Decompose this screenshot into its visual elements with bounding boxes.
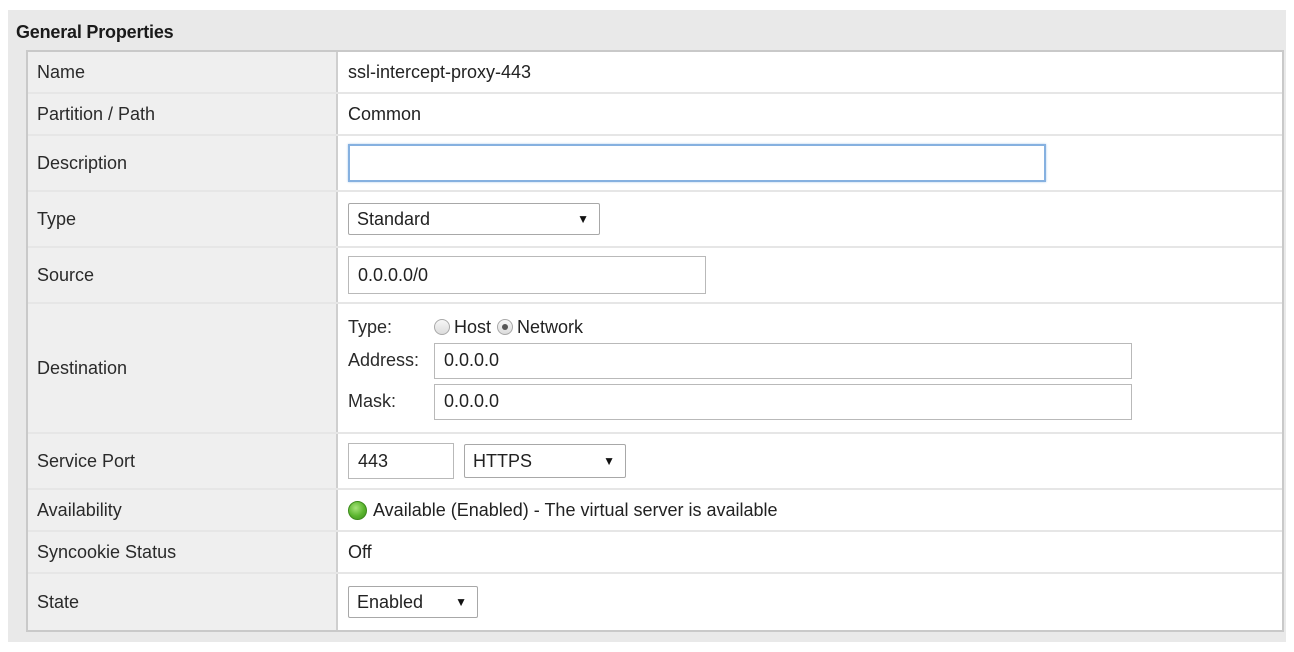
- state-select[interactable]: Enabled ▼: [348, 586, 478, 618]
- row-syncookie: Syncookie Status Off: [28, 532, 1282, 574]
- row-type: Type Standard ▼: [28, 192, 1282, 248]
- service-port-cell: HTTPS ▼: [338, 434, 1282, 488]
- network-radio-label: Network: [517, 316, 584, 337]
- type-label: Type: [28, 192, 338, 246]
- state-selected-value: Enabled: [357, 591, 424, 612]
- destination-cell: Type: Host Network Address: Mask:: [338, 304, 1282, 432]
- source-cell: [338, 248, 1282, 302]
- availability-status: Available (Enabled) - The virtual server…: [373, 499, 778, 520]
- row-service-port: Service Port HTTPS ▼: [28, 434, 1282, 490]
- properties-table: Name ssl-intercept-proxy-443 Partition /…: [26, 50, 1284, 632]
- mask-label: Mask:: [348, 391, 397, 411]
- partition-label: Partition / Path: [28, 94, 338, 134]
- type-select[interactable]: Standard ▼: [348, 203, 600, 235]
- chevron-down-icon: ▼: [577, 212, 589, 226]
- general-properties-panel: General Properties Name ssl-intercept-pr…: [8, 10, 1286, 642]
- row-availability: Availability Available (Enabled) - The v…: [28, 490, 1282, 532]
- service-port-input[interactable]: [348, 443, 454, 479]
- description-cell: [338, 136, 1282, 190]
- source-label: Source: [28, 248, 338, 302]
- chevron-down-icon: ▼: [603, 454, 615, 468]
- availability-cell: Available (Enabled) - The virtual server…: [338, 490, 1282, 530]
- protocol-select[interactable]: HTTPS ▼: [464, 444, 626, 478]
- availability-label: Availability: [28, 490, 338, 530]
- row-name: Name ssl-intercept-proxy-443: [28, 52, 1282, 94]
- type-cell: Standard ▼: [338, 192, 1282, 246]
- destination-mask-line: Mask:: [348, 383, 1282, 420]
- state-cell: Enabled ▼: [338, 574, 1282, 630]
- protocol-selected-value: HTTPS: [473, 450, 533, 471]
- row-description: Description: [28, 136, 1282, 192]
- radio-selected-dot: [502, 324, 509, 330]
- row-partition: Partition / Path Common: [28, 94, 1282, 136]
- mask-input[interactable]: [434, 383, 1132, 420]
- row-destination: Destination Type: Host Network Address:: [28, 304, 1282, 434]
- chevron-down-icon: ▼: [455, 595, 467, 609]
- destination-type-label: Type:: [348, 316, 393, 337]
- address-input[interactable]: [434, 342, 1132, 379]
- row-state: State Enabled ▼: [28, 574, 1282, 630]
- address-label: Address:: [348, 350, 420, 370]
- row-source: Source: [28, 248, 1282, 304]
- destination-address-line: Address:: [348, 342, 1282, 379]
- name-label: Name: [28, 52, 338, 92]
- host-radio-label: Host: [454, 316, 492, 337]
- destination-label: Destination: [28, 304, 338, 432]
- state-label: State: [28, 574, 338, 630]
- partition-value: Common: [348, 103, 422, 124]
- host-radio[interactable]: [434, 319, 450, 335]
- syncookie-value: Off: [348, 541, 372, 562]
- description-input[interactable]: [348, 144, 1046, 182]
- name-value: ssl-intercept-proxy-443: [348, 61, 532, 82]
- network-radio[interactable]: [497, 319, 514, 335]
- service-port-label: Service Port: [28, 434, 338, 488]
- section-title: General Properties: [16, 22, 174, 42]
- source-input[interactable]: [348, 256, 706, 294]
- syncookie-label: Syncookie Status: [28, 532, 338, 572]
- type-selected-value: Standard: [357, 208, 431, 229]
- green-circle-icon: [348, 500, 367, 520]
- destination-type-line: Type: Host Network: [348, 317, 1282, 338]
- description-label: Description: [28, 136, 338, 190]
- destination-fields: Type: Host Network Address: Mask:: [348, 317, 1282, 420]
